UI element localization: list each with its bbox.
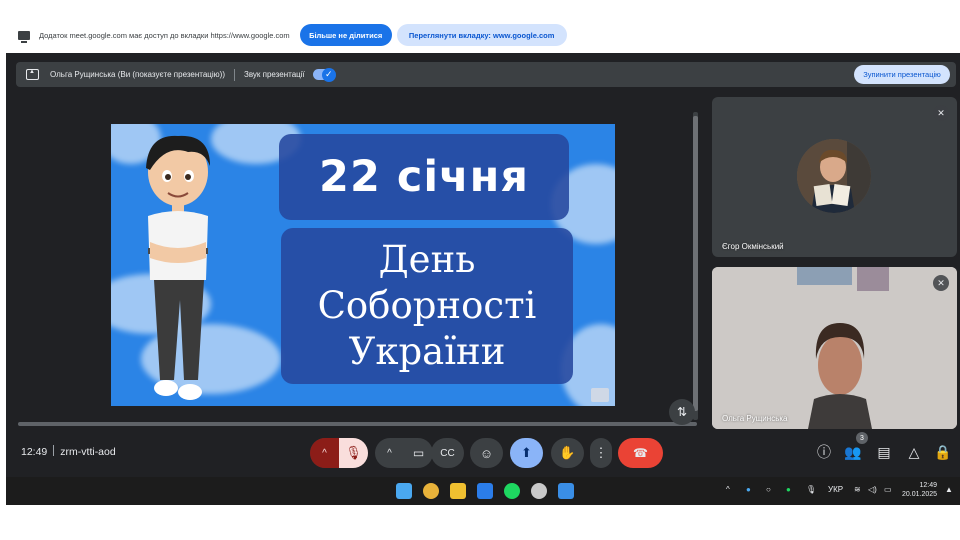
raise-hand-button[interactable]: ✋ [551, 438, 584, 468]
slide-date-text: 22 січня [319, 152, 529, 202]
cast-icon [18, 30, 30, 43]
slide-title-line-1: День [378, 238, 476, 281]
mic-control-group: ^ 🎙 [310, 438, 368, 468]
tab-share-bar: Додаток meet.google.com має доступ до вк… [6, 17, 960, 53]
presenter-bar: Ольга Рущинська (Ви (показуєте презентац… [16, 62, 956, 87]
stop-sharing-button[interactable]: Більше не ділитися [299, 24, 392, 46]
presentation-audio-toggle[interactable]: ✓ [312, 67, 336, 82]
shared-slide: 22 січня День Соборності України [111, 124, 615, 406]
captions-button[interactable]: CC [431, 438, 464, 468]
taskbar-clock[interactable]: 12:49 20.01.2025 [902, 481, 937, 499]
browser-icon[interactable] [531, 483, 547, 499]
divider [234, 68, 235, 81]
bluetooth-icon[interactable]: ● [746, 485, 751, 494]
camera-control-group: ^ ▭ [375, 438, 433, 468]
participant-name: Єгор Окмінський [722, 242, 784, 251]
store-icon[interactable] [477, 483, 493, 499]
emoji-icon: ☺ [479, 445, 494, 461]
presentation-audio-label: Звук презентації [244, 70, 305, 79]
chat-icon[interactable]: ▤ [875, 443, 893, 461]
slide-corner-icon [591, 388, 609, 402]
hand-icon: ✋ [559, 445, 576, 460]
file-explorer-icon[interactable] [450, 483, 466, 499]
participant-avatar [797, 139, 871, 213]
meeting-time: 12:49 [21, 446, 48, 458]
participant-count-badge: 3 [856, 432, 868, 444]
notification-bell-icon[interactable]: ▲ [945, 485, 953, 494]
scrollbar-thumb[interactable] [693, 116, 698, 411]
view-tab-button[interactable]: Переглянути вкладку: www.google.com [396, 24, 567, 46]
mic-options-button[interactable]: ^ [310, 438, 339, 468]
windows-taskbar: ^ ● ○ ● 🎙 УКР ≋ ◁) ▭ 12:49 20.01.2025 ▲ [6, 477, 960, 505]
present-now-button[interactable]: ⬆ [510, 438, 543, 468]
end-call-icon: ☎ [633, 446, 648, 460]
volume-icon[interactable]: ◁) [868, 485, 877, 494]
participant-tile[interactable]: ✕ Ольга Рущинська [712, 267, 957, 429]
reactions-button[interactable]: ☺ [470, 438, 503, 468]
slide-title-line-2: Соборності [317, 284, 537, 327]
microphone-toggle-button[interactable]: 🎙 [339, 438, 368, 468]
activities-icon[interactable]: △ [905, 443, 923, 461]
title-panel: День Соборності України [281, 228, 573, 384]
participant-name: Ольга Рущинська [722, 414, 788, 423]
horizontal-scrollbar[interactable] [18, 422, 697, 426]
battery-icon[interactable]: ▭ [884, 485, 892, 494]
stop-presenting-button[interactable]: Зупинити презентацію [854, 65, 950, 84]
clock-date: 20.01.2025 [902, 491, 938, 498]
windows-start-icon[interactable] [396, 483, 412, 499]
slide-title-line-3: України [348, 330, 506, 373]
participant-video [712, 267, 957, 429]
spotify-icon[interactable] [504, 483, 520, 499]
swap-layout-icon[interactable]: ⇅ [669, 399, 695, 425]
boy-with-book-photo [797, 139, 871, 213]
language-indicator[interactable]: УКР [828, 485, 843, 494]
camera-options-button[interactable]: ^ [375, 438, 404, 468]
participant-tile[interactable]: ✕ Єгор Окмінський [712, 97, 957, 257]
meeting-code[interactable]: zrm-vtti-aod [60, 446, 115, 458]
present-screen-icon: ⬆ [521, 445, 532, 460]
date-panel: 22 січня [279, 134, 569, 220]
people-icon[interactable]: 👥 [844, 443, 862, 461]
mic-off-icon: ✕ [933, 105, 949, 121]
mic-off-icon: ✕ [933, 275, 949, 291]
meeting-info: 12:49 zrm-vtti-aod [21, 445, 116, 458]
tray-app-icon[interactable]: ○ [766, 485, 771, 494]
present-icon [26, 69, 39, 80]
captions-icon: CC [440, 447, 455, 459]
check-icon: ✓ [321, 67, 336, 82]
microphone-tray-icon[interactable]: 🎙 [806, 485, 816, 494]
vertical-scrollbar[interactable] [693, 112, 698, 420]
tray-overflow-icon[interactable]: ^ [726, 485, 730, 494]
meeting-controls-bar: 12:49 zrm-vtti-aod ^ 🎙 ^ ▭ CC ☺ ⬆ ✋ ⋮ ☎ ⓘ… [6, 431, 960, 473]
camera-toggle-button[interactable]: ▭ [404, 438, 433, 468]
paint-icon[interactable] [558, 483, 574, 499]
wifi-icon[interactable]: ≋ [854, 485, 861, 494]
presenter-label: Ольга Рущинська (Ви (показуєте презентац… [50, 70, 225, 79]
more-options-button[interactable]: ⋮ [590, 438, 612, 468]
divider [53, 445, 55, 456]
more-vert-icon: ⋮ [594, 445, 608, 460]
host-controls-icon[interactable]: 🔒 [934, 443, 952, 461]
meet-window: Додаток meet.google.com має доступ до вк… [6, 17, 960, 505]
chrome-icon[interactable] [423, 483, 439, 499]
meeting-details-icon[interactable]: ⓘ [815, 443, 833, 461]
cartoon-boy-illustration [146, 135, 210, 400]
clock-time: 12:49 [919, 482, 938, 489]
leave-call-button[interactable]: ☎ [618, 438, 663, 468]
share-message: Додаток meet.google.com має доступ до вк… [39, 30, 290, 40]
tray-app-icon[interactable]: ● [786, 485, 791, 494]
